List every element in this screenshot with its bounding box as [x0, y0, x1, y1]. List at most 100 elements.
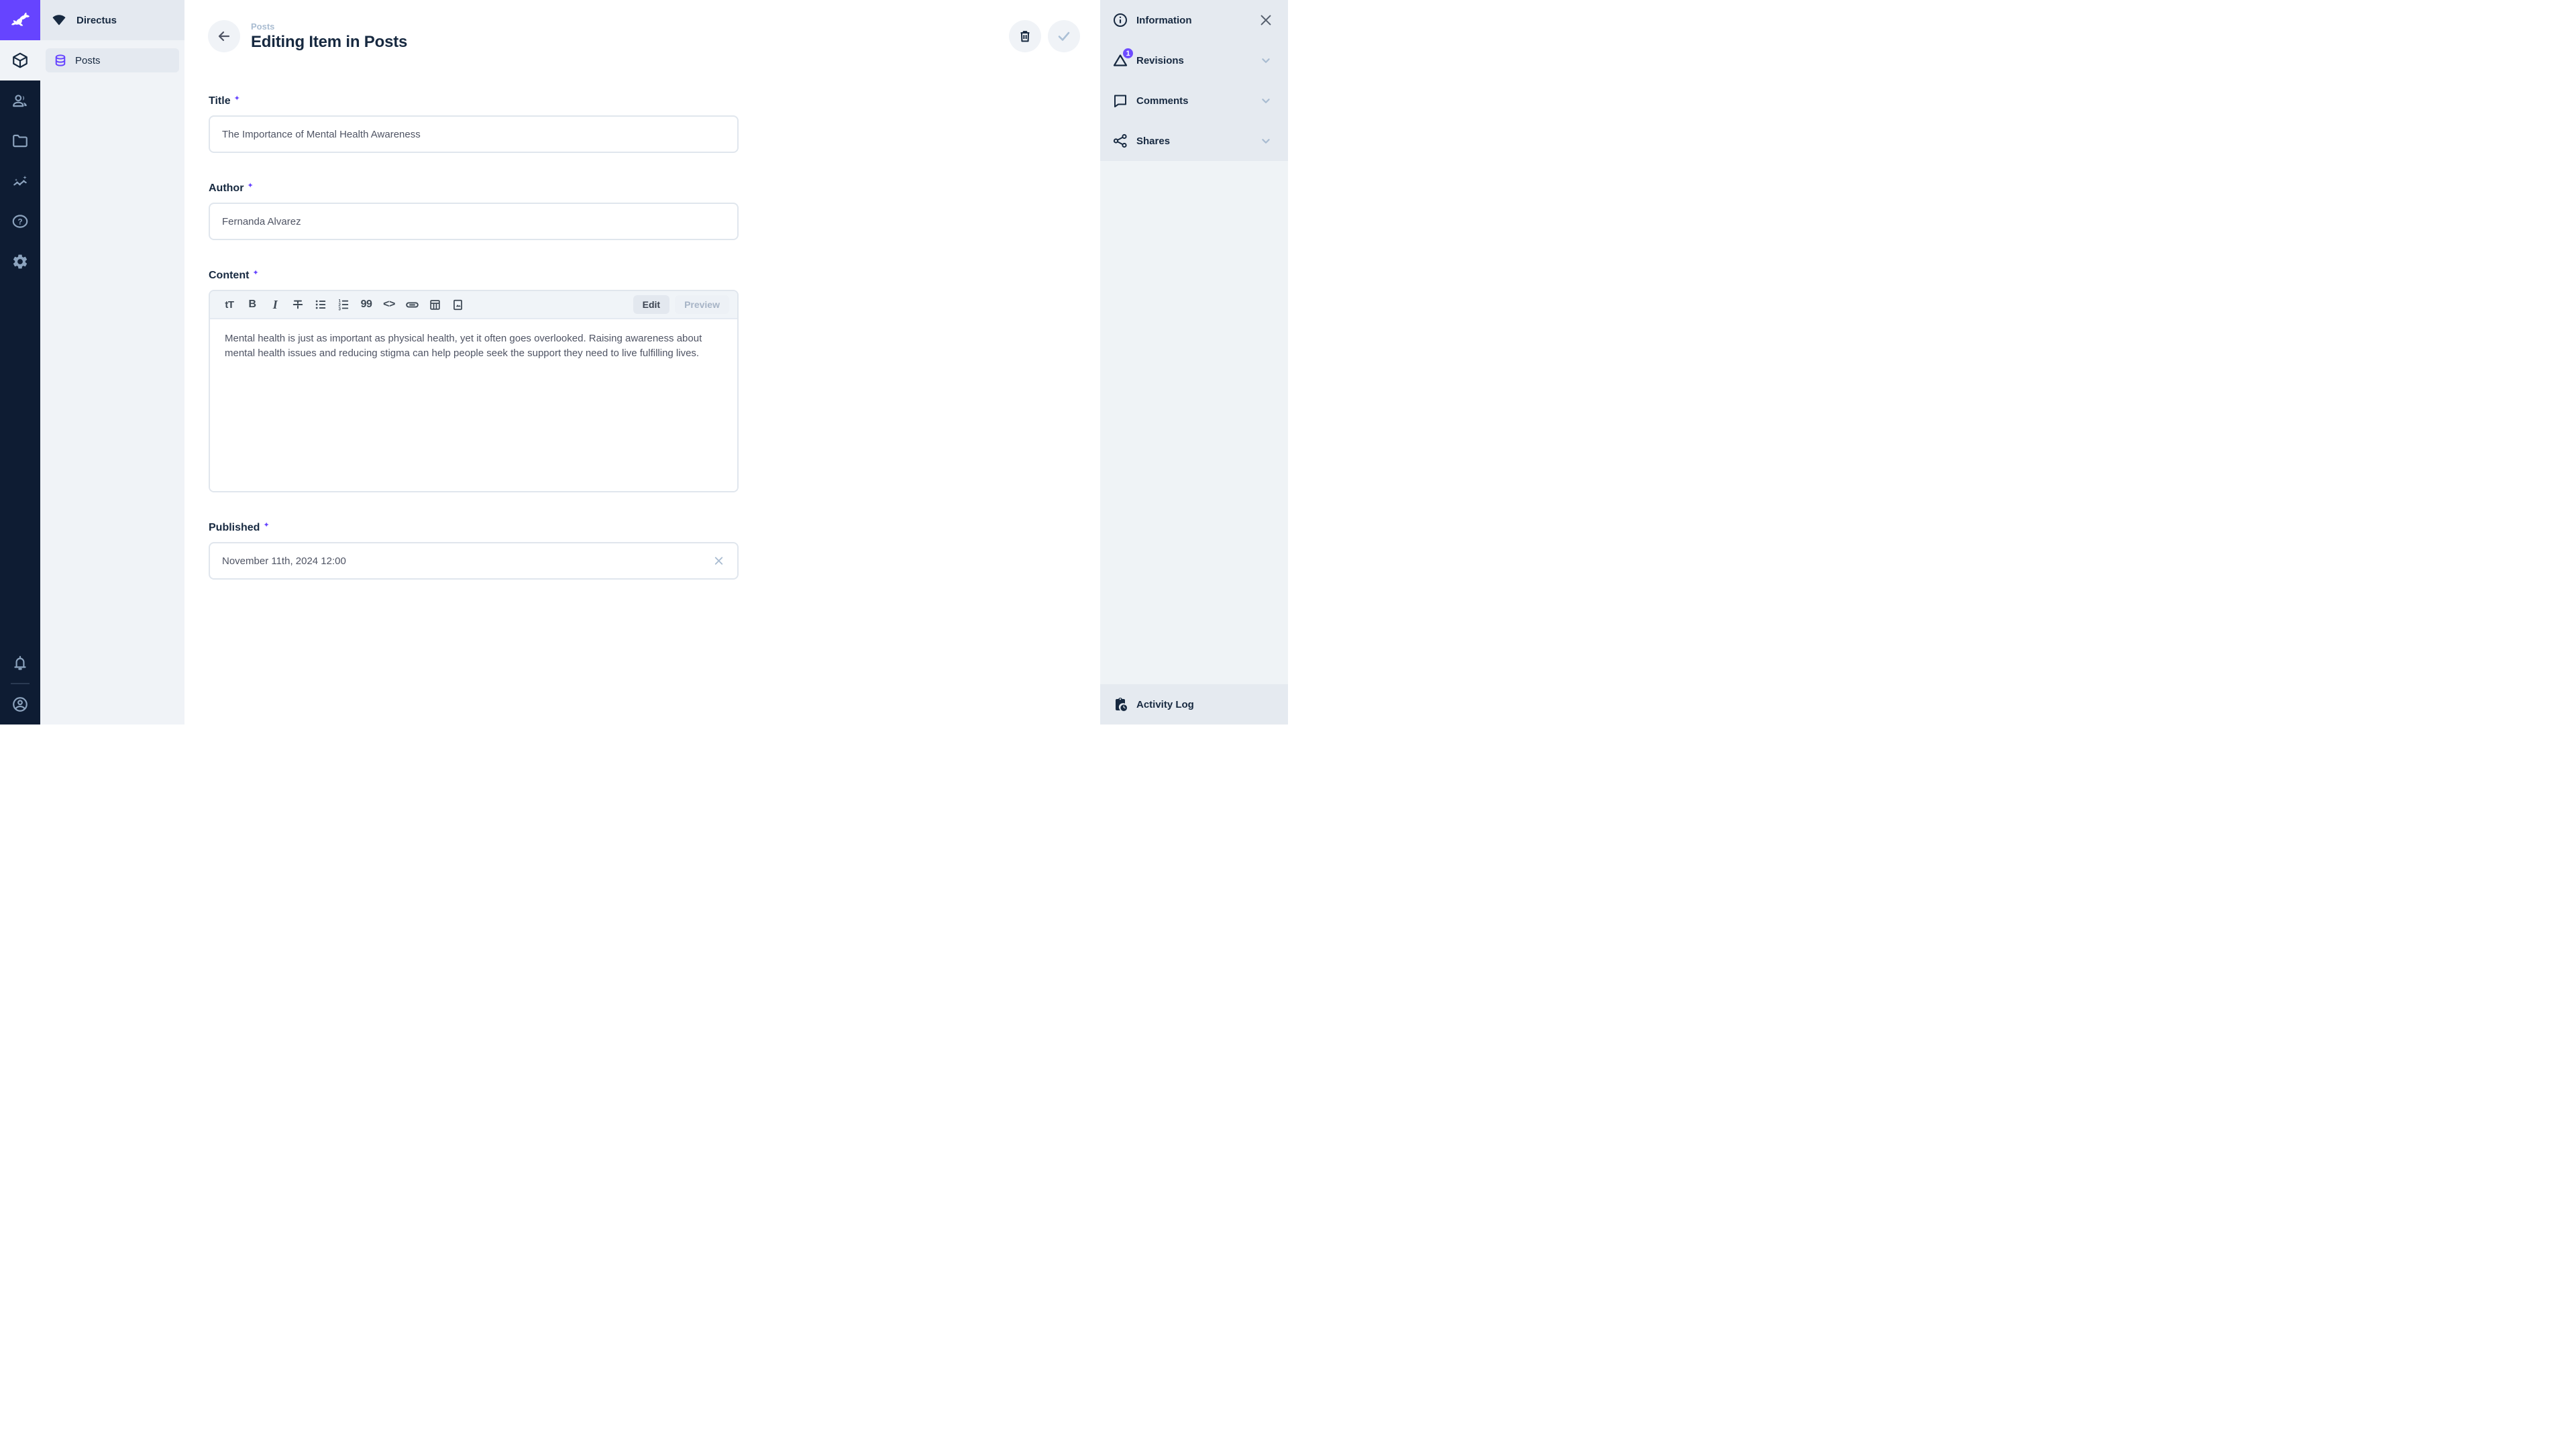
sidebar-item-shares[interactable]: Shares: [1100, 121, 1288, 161]
bulleted-list-button[interactable]: [309, 293, 332, 316]
page-header: Posts Editing Item in Posts: [184, 0, 1100, 72]
sidebar-item-label: Shares: [1136, 136, 1170, 147]
code-icon: <>: [383, 299, 395, 311]
table-button[interactable]: [423, 293, 446, 316]
numbered-list-icon: 1 2 3: [337, 298, 350, 311]
clear-date-icon[interactable]: [712, 555, 725, 568]
account-circle-icon: [11, 696, 29, 713]
module-docs-button[interactable]: ?: [0, 201, 40, 241]
chevron-down-icon[interactable]: [1258, 133, 1273, 148]
check-icon: [1056, 28, 1072, 44]
field-content-label: Content✦: [209, 270, 739, 282]
field-title: Title✦ The Importance of Mental Health A…: [209, 95, 739, 153]
editor-tabs: Edit Preview: [633, 295, 729, 314]
delete-button[interactable]: [1009, 20, 1041, 52]
sidebar-empty-area: [1100, 161, 1288, 684]
tab-edit[interactable]: Edit: [633, 295, 669, 314]
image-icon: [451, 299, 464, 311]
format-bold-button[interactable]: B: [241, 293, 264, 316]
bulleted-list-icon: [314, 298, 327, 311]
sidebar-item-revisions[interactable]: 1 Revisions: [1100, 40, 1288, 80]
module-content-button[interactable]: [0, 40, 40, 80]
directus-logo-button[interactable]: [0, 0, 40, 40]
content-textarea[interactable]: Mental health is just as important as ph…: [210, 319, 737, 491]
users-icon: [11, 92, 29, 109]
blockquote-icon: 99: [361, 299, 372, 311]
revisions-icon: 1: [1112, 52, 1128, 68]
activity-log-icon: [1112, 696, 1128, 712]
tab-preview[interactable]: Preview: [675, 295, 729, 314]
box-icon: [11, 52, 29, 69]
gear-icon: [11, 253, 29, 270]
link-icon: [405, 298, 419, 312]
sidebar-item-label: Revisions: [1136, 55, 1184, 66]
required-marker: ✦: [252, 270, 258, 277]
author-input[interactable]: Fernanda Alvarez: [209, 203, 739, 240]
breadcrumb[interactable]: Posts: [251, 21, 407, 32]
directus-app: ?: [0, 0, 1288, 724]
info-icon: [1112, 12, 1128, 28]
blockquote-button[interactable]: 99: [355, 293, 378, 316]
required-marker: ✦: [247, 182, 253, 190]
strikethrough-icon: [291, 298, 305, 311]
sidebar-item-information[interactable]: Information: [1100, 0, 1288, 40]
svg-text:3: 3: [339, 307, 341, 311]
sidebar-item-label: Comments: [1136, 95, 1189, 107]
back-button[interactable]: [208, 20, 240, 52]
module-settings-button[interactable]: [0, 241, 40, 282]
notifications-button[interactable]: [0, 643, 40, 683]
module-users-button[interactable]: [0, 80, 40, 121]
format-strikethrough-button[interactable]: [286, 293, 309, 316]
nav-item-label: Posts: [75, 55, 101, 66]
link-button[interactable]: [400, 293, 423, 316]
close-sidebar-icon[interactable]: [1258, 13, 1273, 28]
field-published-label: Published✦: [209, 522, 739, 534]
sidebar-item-comments[interactable]: Comments: [1100, 80, 1288, 121]
activity-log-label: Activity Log: [1136, 699, 1194, 710]
save-button[interactable]: [1048, 20, 1080, 52]
title-block: Posts Editing Item in Posts: [251, 21, 407, 52]
sidebar-item-posts[interactable]: Posts: [46, 48, 179, 72]
nav-sidebar: Directus Posts: [40, 0, 184, 724]
rabbit-logo-icon: [9, 9, 32, 32]
field-title-label: Title✦: [209, 95, 739, 107]
field-author-label: Author✦: [209, 182, 739, 195]
field-published: Published✦ November 11th, 2024 12:00: [209, 522, 739, 580]
item-form: Title✦ The Importance of Mental Health A…: [184, 72, 1100, 580]
activity-log-button[interactable]: Activity Log: [1100, 684, 1288, 724]
insights-icon: [11, 172, 29, 190]
image-button[interactable]: [446, 293, 469, 316]
module-insights-button[interactable]: [0, 161, 40, 201]
format-italic-button[interactable]: I: [264, 293, 286, 316]
numbered-list-button[interactable]: 1 2 3: [332, 293, 355, 316]
header-actions: [1009, 20, 1080, 52]
account-button[interactable]: [0, 684, 40, 724]
field-content: Content✦ tT B I: [209, 270, 739, 492]
chevron-down-icon[interactable]: [1258, 93, 1273, 108]
page-title: Editing Item in Posts: [251, 33, 407, 52]
folder-icon: [11, 132, 29, 150]
sidebar-sections: Information 1 Revisions: [1100, 0, 1288, 161]
code-button[interactable]: <>: [378, 293, 400, 316]
project-name: Directus: [76, 15, 117, 26]
content-text: Mental health is just as important as ph…: [225, 331, 718, 361]
svg-text:?: ?: [17, 217, 22, 227]
table-icon: [429, 299, 441, 311]
title-input[interactable]: The Importance of Mental Health Awarenes…: [209, 115, 739, 153]
required-marker: ✦: [263, 522, 269, 529]
required-marker: ✦: [234, 95, 240, 103]
format-heading-button[interactable]: tT: [218, 293, 241, 316]
module-bar-spacer: [0, 282, 40, 643]
chevron-down-icon[interactable]: [1258, 53, 1273, 68]
sidebar-item-label: Information: [1136, 15, 1192, 26]
module-files-button[interactable]: [0, 121, 40, 161]
help-icon: ?: [11, 213, 30, 230]
wedge-logo-icon: [51, 12, 67, 28]
bold-icon: B: [248, 299, 256, 311]
title-input-value: The Importance of Mental Health Awarenes…: [222, 129, 421, 140]
published-input[interactable]: November 11th, 2024 12:00: [209, 542, 739, 580]
markdown-editor: tT B I: [209, 290, 739, 492]
project-header[interactable]: Directus: [40, 0, 184, 40]
italic-icon: I: [273, 298, 278, 312]
comment-icon: [1112, 93, 1128, 109]
